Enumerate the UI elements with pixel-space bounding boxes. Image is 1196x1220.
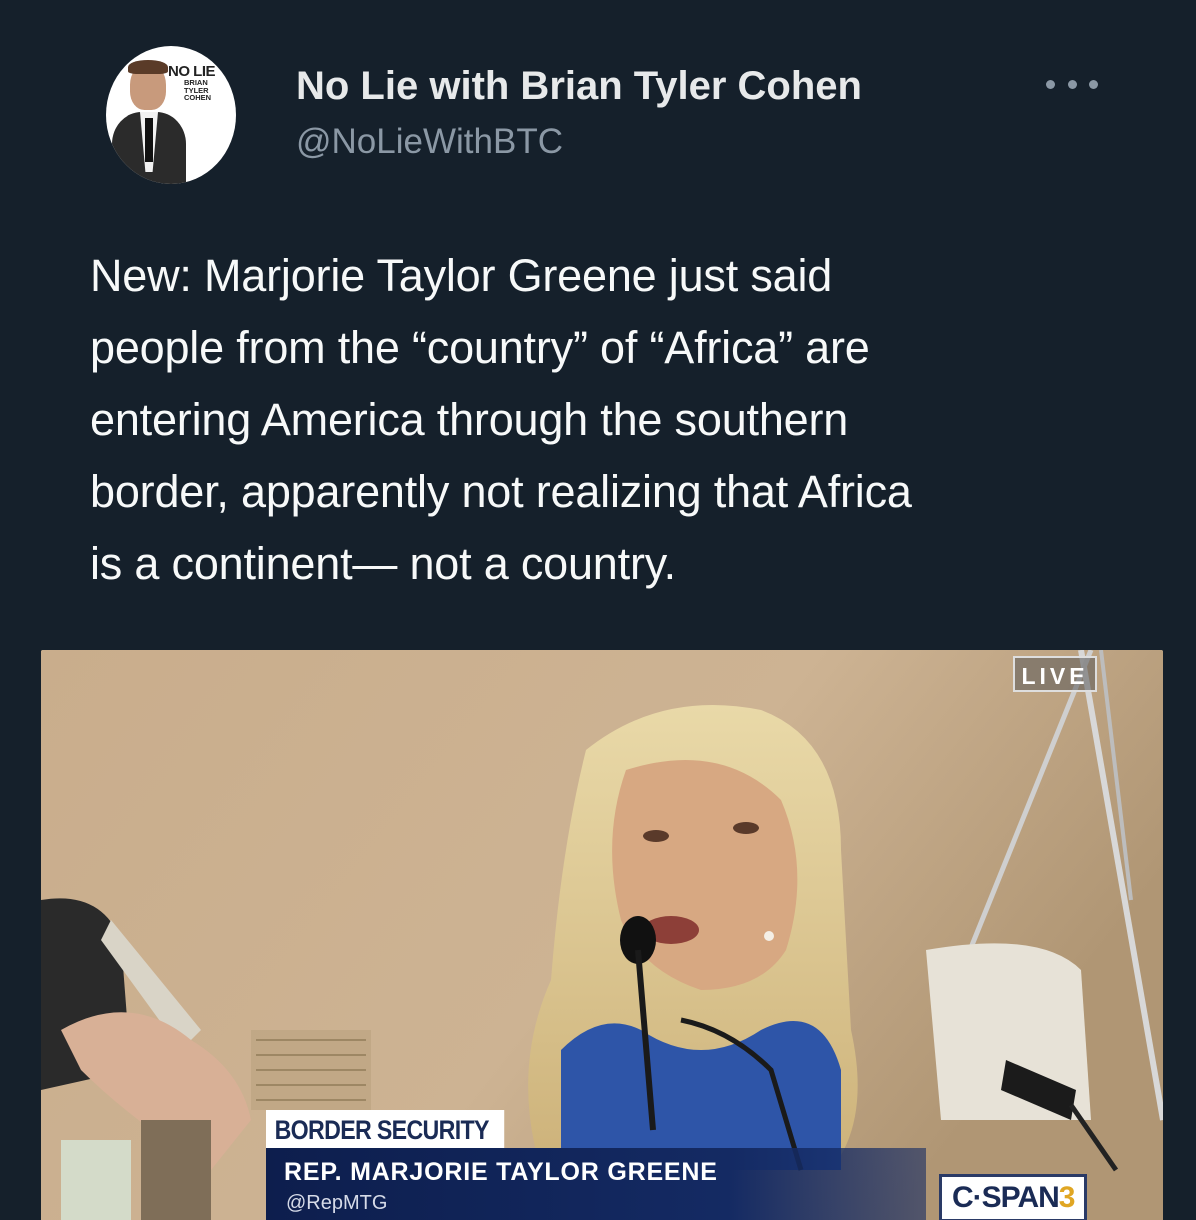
live-badge: LIVE — [1013, 656, 1097, 692]
avatar-logo-title: NO LIE — [168, 63, 216, 80]
user-handle[interactable]: @NoLieWithBTC — [296, 122, 563, 162]
profile-avatar[interactable]: NO LIE BRIAN TYLER COHEN — [106, 46, 236, 184]
display-name[interactable]: No Lie with Brian Tyler Cohen — [296, 64, 862, 109]
more-dot — [1046, 79, 1055, 89]
more-dot — [1067, 79, 1077, 89]
network-number: 3 — [1058, 1181, 1076, 1214]
avatar-hair — [128, 60, 168, 74]
avatar-tie — [145, 118, 153, 162]
more-dot — [1089, 79, 1098, 89]
video-frame-illustration — [41, 650, 1163, 1220]
network-logo: C·SPAN3 — [939, 1174, 1088, 1220]
chyron-tag: BORDER SECURITY — [266, 1110, 505, 1148]
tweet-text-line: people from the “country” of “Africa” ar… — [90, 322, 870, 373]
tweet-text-line: entering America through the southern — [90, 394, 849, 445]
chyron: REP. MARJORIE TAYLOR GREENE @RepMTG — [266, 1148, 926, 1220]
tweet-text-line: is a continent— not a country. — [90, 538, 676, 589]
tweet-text: New: Marjorie Taylor Greene just said pe… — [90, 240, 1100, 600]
tweet-card: NO LIE BRIAN TYLER COHEN No Lie with Bri… — [0, 0, 1196, 1220]
tweet-text-line: border, apparently not realizing that Af… — [90, 466, 912, 517]
avatar-logo: NO LIE BRIAN TYLER COHEN — [168, 64, 234, 102]
chyron-name: REP. MARJORIE TAYLOR GREENE — [284, 1158, 718, 1186]
tweet-media-video[interactable]: LIVE BORDER SECURITY REP. MARJORIE TAYLO… — [41, 650, 1163, 1220]
avatar-logo-line-3: COHEN — [184, 93, 212, 102]
tweet-text-line: New: Marjorie Taylor Greene just said — [90, 250, 833, 301]
network-name: C·SPAN — [952, 1181, 1060, 1214]
chyron-handle: @RepMTG — [286, 1192, 388, 1214]
more-horizontal-icon[interactable] — [1046, 64, 1098, 104]
